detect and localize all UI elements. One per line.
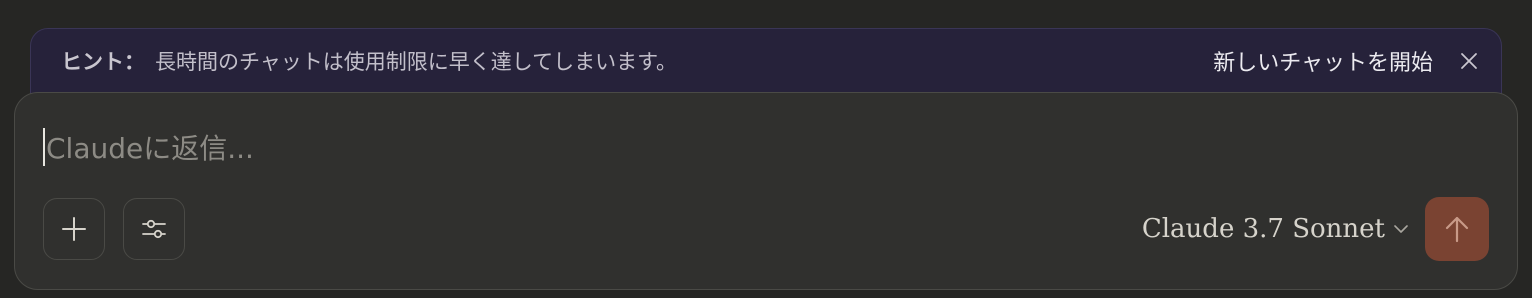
start-new-chat-link[interactable]: 新しいチャットを開始 [1213,45,1433,77]
sliders-icon [142,219,166,239]
reply-placeholder: Claudeに返信... [46,132,254,165]
page: ヒント： 長時間のチャットは使用制限に早く達してしまいます。 新しいチャットを開… [0,0,1532,298]
add-content-button[interactable] [43,198,105,260]
text-caret [43,128,45,166]
hint-row: ヒント： 長時間のチャットは使用制限に早く達してしまいます。 新しいチャットを開… [61,29,1481,93]
options-button[interactable] [123,198,185,260]
message-composer: Claudeに返信... Claude 3.7 Sonnet [14,92,1518,290]
model-selector[interactable]: Claude 3.7 Sonnet [1142,209,1409,249]
hint-label: ヒント： [61,50,145,74]
plus-icon [62,217,86,241]
send-button[interactable] [1425,197,1489,261]
chevron-down-icon [1394,225,1408,233]
model-name: Claude 3.7 Sonnet [1141,214,1385,244]
hint-text: 長時間のチャットは使用制限に早く達してしまいます。 [155,50,678,74]
reply-input[interactable]: Claudeに返信... [43,127,254,167]
close-icon [1461,53,1477,69]
arrow-up-icon [1445,216,1469,243]
close-hint-button[interactable] [1457,49,1481,73]
